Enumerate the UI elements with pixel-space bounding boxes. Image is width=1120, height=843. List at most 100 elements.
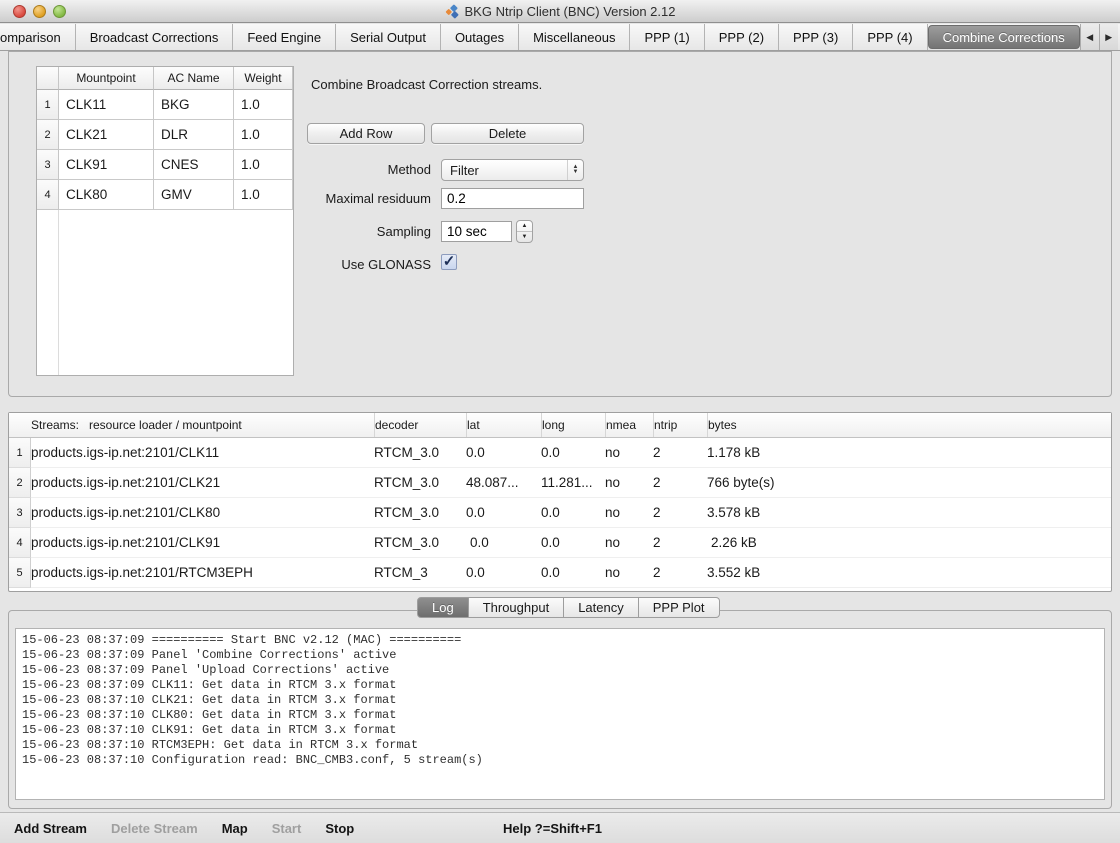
table-row[interactable]: 2 CLK21 DLR 1.0 bbox=[37, 120, 293, 150]
row-number: 3 bbox=[9, 498, 31, 528]
maximal-residuum-label: Maximal residuum bbox=[249, 191, 431, 206]
stream-row[interactable]: 4 products.igs-ip.net:2101/CLK91 RTCM_3.… bbox=[9, 528, 1111, 558]
cell-bytes: 3.552 kB bbox=[707, 558, 1111, 588]
stop-button[interactable]: Stop bbox=[325, 821, 354, 836]
cell-nmea: no bbox=[605, 468, 653, 498]
cell-lat: 48.087... bbox=[466, 468, 541, 498]
cell-mountpoint[interactable]: CLK91 bbox=[59, 150, 154, 180]
cell-ac-name[interactable]: CNES bbox=[154, 150, 234, 180]
stream-row[interactable]: 5 products.igs-ip.net:2101/RTCM3EPH RTCM… bbox=[9, 558, 1111, 588]
table-row[interactable]: 1 CLK11 BKG 1.0 bbox=[37, 90, 293, 120]
tab-ppp-plot[interactable]: PPP Plot bbox=[639, 597, 720, 618]
method-label: Method bbox=[249, 162, 431, 177]
log-line: 15-06-23 08:37:09 CLK11: Get data in RTC… bbox=[22, 678, 1104, 693]
sampling-label: Sampling bbox=[249, 224, 431, 239]
cell-ntrip: 2 bbox=[653, 468, 707, 498]
header-lat: lat bbox=[466, 413, 541, 437]
mountpoint-table[interactable]: Mountpoint AC Name Weight 1 CLK11 BKG 1.… bbox=[36, 66, 294, 376]
header-decoder: decoder bbox=[374, 413, 466, 437]
panel-description: Combine Broadcast Correction streams. bbox=[311, 77, 542, 92]
tab-feed-engine[interactable]: Feed Engine bbox=[233, 24, 336, 50]
cell-mountpoint: products.igs-ip.net:2101/CLK91 bbox=[31, 528, 374, 558]
method-select[interactable]: Filter ▲▼ bbox=[441, 159, 584, 181]
row-number: 1 bbox=[9, 438, 31, 468]
header-bytes: bytes bbox=[707, 413, 1111, 437]
cell-lat: 0.0 bbox=[466, 528, 541, 558]
cell-ntrip: 2 bbox=[653, 498, 707, 528]
help-shortcut-label: Help ?=Shift+F1 bbox=[503, 821, 602, 836]
header-weight: Weight bbox=[234, 67, 293, 90]
tab-ppp-1[interactable]: PPP (1) bbox=[630, 24, 704, 50]
log-line: 15-06-23 08:37:10 CLK21: Get data in RTC… bbox=[22, 693, 1104, 708]
bottom-toolbar: Add Stream Delete Stream Map Start Stop … bbox=[0, 812, 1120, 843]
tab-broadcast-corrections[interactable]: Broadcast Corrections bbox=[76, 24, 234, 50]
tab-miscellaneous[interactable]: Miscellaneous bbox=[519, 24, 630, 50]
cell-mountpoint: products.igs-ip.net:2101/CLK11 bbox=[31, 438, 374, 468]
cell-lat: 0.0 bbox=[466, 498, 541, 528]
cell-weight[interactable]: 1.0 bbox=[234, 120, 293, 150]
cell-mountpoint[interactable]: CLK80 bbox=[59, 180, 154, 210]
cell-bytes: 2.26 kB bbox=[707, 528, 1111, 558]
sampling-input[interactable] bbox=[441, 221, 512, 242]
tab-log[interactable]: Log bbox=[417, 597, 469, 618]
cell-weight[interactable]: 1.0 bbox=[234, 90, 293, 120]
app-icon bbox=[445, 4, 460, 19]
log-line: 15-06-23 08:37:10 Configuration read: BN… bbox=[22, 753, 1104, 768]
cell-long: 0.0 bbox=[541, 498, 605, 528]
stream-row[interactable]: 2 products.igs-ip.net:2101/CLK21 RTCM_3.… bbox=[9, 468, 1111, 498]
row-number: 2 bbox=[37, 120, 59, 150]
use-glonass-checkbox[interactable]: ✓ bbox=[441, 254, 457, 270]
cell-mountpoint: products.igs-ip.net:2101/CLK21 bbox=[31, 468, 374, 498]
cell-bytes: 766 byte(s) bbox=[707, 468, 1111, 498]
tab-serial-output[interactable]: Serial Output bbox=[336, 24, 441, 50]
tab-scroll-right-button[interactable]: ▶ bbox=[1099, 24, 1118, 50]
stream-row[interactable]: 1 products.igs-ip.net:2101/CLK11 RTCM_3.… bbox=[9, 438, 1111, 468]
log-panel: 15-06-23 08:37:09 ========== Start BNC v… bbox=[8, 610, 1112, 809]
cell-ntrip: 2 bbox=[653, 438, 707, 468]
mountpoint-table-header: Mountpoint AC Name Weight bbox=[37, 67, 293, 90]
cell-ac-name[interactable]: BKG bbox=[154, 90, 234, 120]
header-ac-name: AC Name bbox=[154, 67, 234, 90]
tab-ppp-2[interactable]: PPP (2) bbox=[705, 24, 779, 50]
tab-scroll-left-button[interactable]: ◀ bbox=[1080, 24, 1099, 50]
cell-mountpoint[interactable]: CLK21 bbox=[59, 120, 154, 150]
cell-ac-name[interactable]: GMV bbox=[154, 180, 234, 210]
maximal-residuum-input[interactable] bbox=[441, 188, 584, 209]
cell-ntrip: 2 bbox=[653, 558, 707, 588]
cell-nmea: no bbox=[605, 438, 653, 468]
cell-nmea: no bbox=[605, 498, 653, 528]
cell-nmea: no bbox=[605, 528, 653, 558]
tab-ppp-4[interactable]: PPP (4) bbox=[853, 24, 927, 50]
cell-bytes: 1.178 kB bbox=[707, 438, 1111, 468]
stepper-down-icon[interactable]: ▼ bbox=[517, 232, 532, 242]
cell-lat: 0.0 bbox=[466, 438, 541, 468]
log-line: 15-06-23 08:37:09 Panel 'Combine Correct… bbox=[22, 648, 1104, 663]
cell-ntrip: 2 bbox=[653, 528, 707, 558]
tab-throughput[interactable]: Throughput bbox=[469, 597, 565, 618]
tab-ppp-3[interactable]: PPP (3) bbox=[779, 24, 853, 50]
tab-comparison[interactable]: omparison bbox=[0, 24, 76, 50]
add-stream-button[interactable]: Add Stream bbox=[14, 821, 87, 836]
cell-long: 11.281... bbox=[541, 468, 605, 498]
combine-corrections-panel: Mountpoint AC Name Weight 1 CLK11 BKG 1.… bbox=[8, 51, 1112, 397]
row-number: 5 bbox=[9, 558, 31, 588]
stream-row[interactable]: 3 products.igs-ip.net:2101/CLK80 RTCM_3.… bbox=[9, 498, 1111, 528]
tab-latency[interactable]: Latency bbox=[564, 597, 639, 618]
sampling-stepper[interactable]: ▲ ▼ bbox=[516, 220, 533, 243]
delete-button[interactable]: Delete bbox=[431, 123, 584, 144]
header-long: long bbox=[541, 413, 605, 437]
streams-table-header: Streams: resource loader / mountpoint de… bbox=[9, 413, 1111, 438]
log-view[interactable]: 15-06-23 08:37:09 ========== Start BNC v… bbox=[15, 628, 1105, 800]
cell-ac-name[interactable]: DLR bbox=[154, 120, 234, 150]
method-selected-value: Filter bbox=[442, 163, 567, 178]
cell-lat: 0.0 bbox=[466, 558, 541, 588]
stepper-up-icon[interactable]: ▲ bbox=[517, 221, 532, 232]
add-row-button[interactable]: Add Row bbox=[307, 123, 425, 144]
cell-mountpoint[interactable]: CLK11 bbox=[59, 90, 154, 120]
cell-decoder: RTCM_3.0 bbox=[374, 498, 466, 528]
map-button[interactable]: Map bbox=[222, 821, 248, 836]
tab-combine-corrections[interactable]: Combine Corrections bbox=[928, 25, 1080, 49]
cell-mountpoint: products.igs-ip.net:2101/CLK80 bbox=[31, 498, 374, 528]
header-ntrip: ntrip bbox=[653, 413, 707, 437]
tab-outages[interactable]: Outages bbox=[441, 24, 519, 50]
